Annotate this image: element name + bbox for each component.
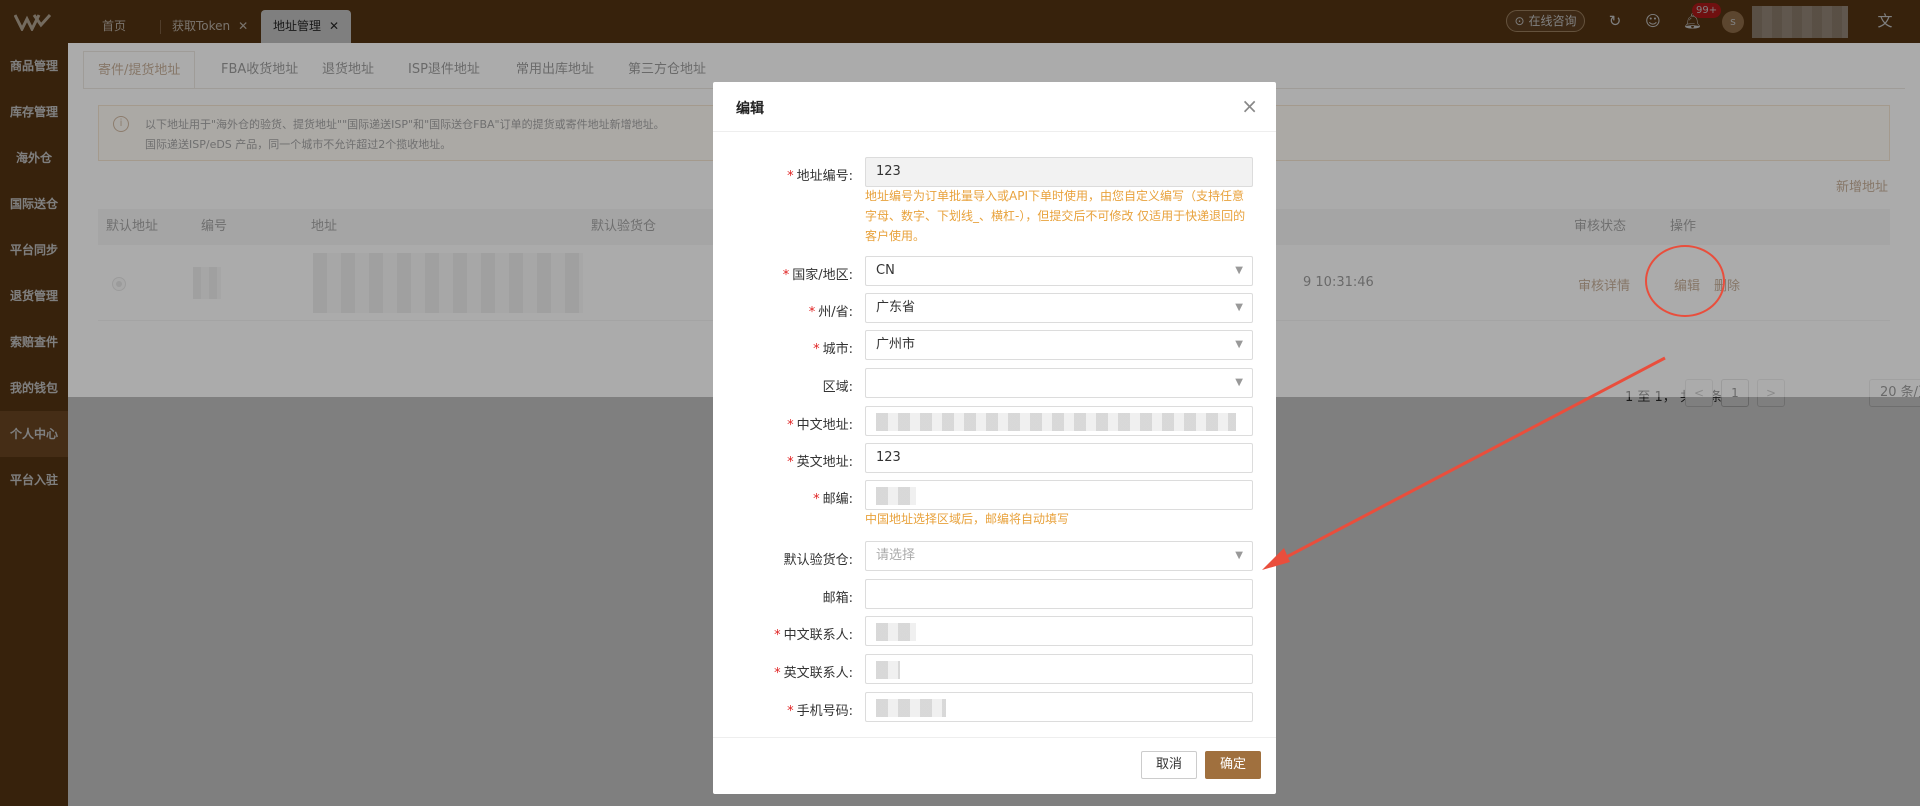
arrow-line bbox=[1274, 356, 1666, 565]
arrow-head bbox=[1262, 548, 1290, 570]
annotation-arrow bbox=[1262, 356, 1666, 570]
